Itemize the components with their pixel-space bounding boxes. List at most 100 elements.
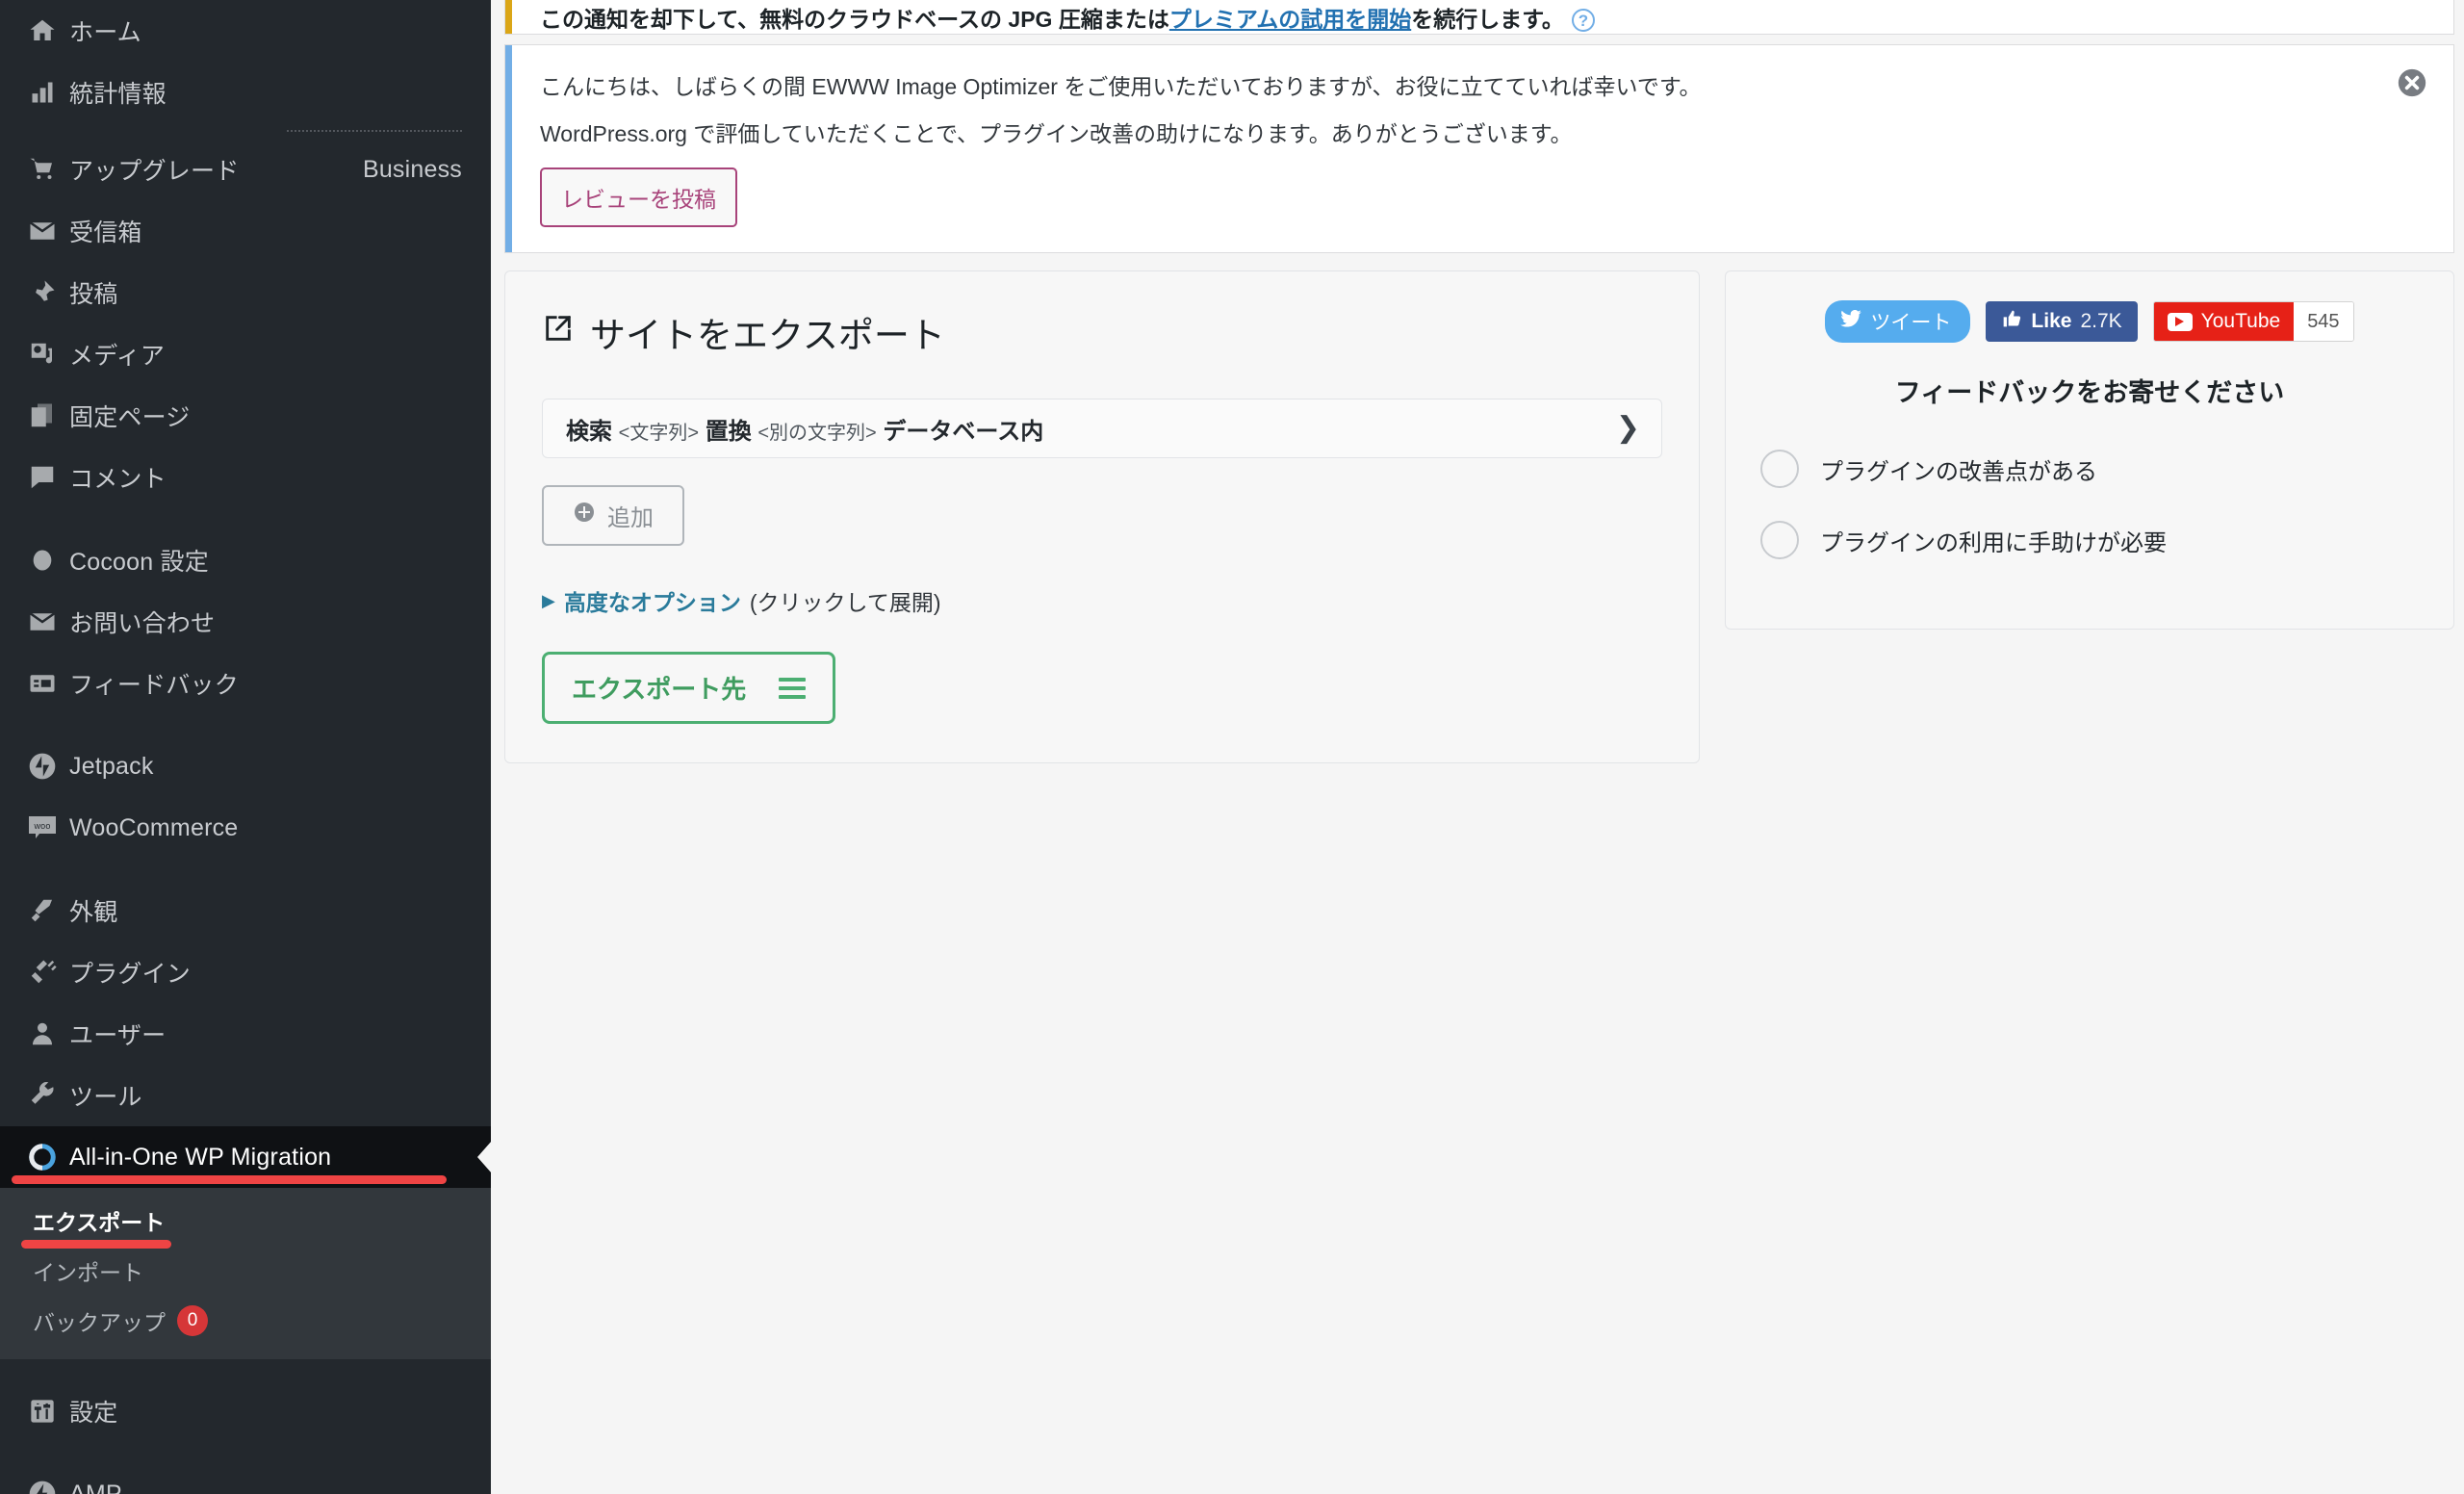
- help-icon[interactable]: ?: [1571, 9, 1595, 33]
- content-columns: サイトをエクスポート 検索 <文字列> 置換 <別の文字列> データベース内 ❯…: [491, 253, 2464, 763]
- envelope-icon: [15, 607, 69, 636]
- sidebar-item-media[interactable]: メディア: [0, 323, 491, 385]
- feedback-option-help[interactable]: プラグインの利用に手助けが必要: [1755, 513, 2425, 567]
- youtube-button-main[interactable]: YouTube: [2153, 302, 2295, 341]
- sidebar-item-label: 固定ページ: [69, 404, 191, 431]
- amp-icon: [15, 1479, 69, 1494]
- highlight-underline-menu: [12, 1175, 447, 1184]
- feedback-option-improvement[interactable]: プラグインの改善点がある: [1755, 442, 2425, 496]
- sidebar-item-label: ユーザー: [69, 1022, 167, 1049]
- sidebar-item-upgrade[interactable]: アップグレード Business: [0, 139, 491, 200]
- sidebar-item-all-in-one-wp-migration[interactable]: All-in-One WP Migration: [0, 1126, 491, 1188]
- search-input-placeholder[interactable]: <文字列>: [619, 423, 699, 444]
- sidebar-item-label: メディア: [69, 343, 166, 370]
- sidebar-item-label: Jetpack: [69, 752, 154, 780]
- sidebar-item-pages[interactable]: 固定ページ: [0, 385, 491, 447]
- sidebar-item-woocommerce[interactable]: woo WooCommerce: [0, 797, 491, 859]
- feedback-option-label: プラグインの改善点がある: [1820, 458, 2097, 485]
- woocommerce-icon: woo: [15, 814, 69, 841]
- admin-page: ホーム 統計情報 アップグレード Business 受信箱 投稿 メディア 固定…: [0, 0, 2464, 1494]
- radio-button[interactable]: [1760, 521, 1799, 559]
- main-content: この通知を却下して、無料のクラウドベースの JPG 圧縮またはプレミアムの試用を…: [491, 0, 2464, 1494]
- sidebar-item-amp[interactable]: AMP: [0, 1463, 491, 1494]
- user-icon: [15, 1019, 69, 1048]
- submenu-item-export[interactable]: エクスポート: [0, 1196, 491, 1249]
- advanced-options-link[interactable]: 高度なオプション: [564, 584, 741, 617]
- sidebar-item-label: ホーム: [69, 19, 141, 46]
- sidebar-item-label: 設定: [69, 1400, 118, 1427]
- ewww-review-notice: こんにちは、しばらくの間 EWWW Image Optimizer をご使用いた…: [504, 44, 2454, 253]
- facebook-like-button[interactable]: Like 2.7K: [1986, 301, 2138, 342]
- sidebar-item-settings[interactable]: 設定: [0, 1380, 491, 1442]
- submenu-item-label: エクスポート: [33, 1210, 166, 1235]
- export-column: サイトをエクスポート 検索 <文字列> 置換 <別の文字列> データベース内 ❯…: [504, 270, 1700, 763]
- sidebar-item-appearance[interactable]: 外観: [0, 880, 491, 941]
- hamburger-icon: [779, 677, 807, 699]
- export-card-title-text: サイトをエクスポート: [590, 316, 945, 355]
- sidebar-item-label: フィードバック: [69, 672, 239, 699]
- cocoon-icon: [15, 547, 69, 574]
- like-button-label: Like: [2031, 310, 2072, 332]
- replace-input-placeholder[interactable]: <別の文字列>: [757, 423, 876, 444]
- sidebar-item-users[interactable]: ユーザー: [0, 1003, 491, 1065]
- submenu-item-import[interactable]: インポート: [0, 1246, 491, 1296]
- sidebar-item-label: アップグレード: [69, 158, 240, 185]
- advanced-options-hint: (クリックして展開): [749, 590, 941, 615]
- scope-label: データベース内: [883, 418, 1044, 445]
- jpg-notice-text-after: を続行します。: [1411, 6, 1564, 32]
- submenu-item-label: バックアップ: [33, 1310, 166, 1335]
- bar-chart-icon: [15, 79, 69, 106]
- settings-icon: [15, 1398, 69, 1425]
- sidebar-item-feedback[interactable]: フィードバック: [0, 653, 491, 714]
- feedback-icon: [15, 669, 69, 698]
- close-circle-icon[interactable]: [2396, 66, 2428, 99]
- notices-region: この通知を却下して、無料のクラウドベースの JPG 圧縮またはプレミアムの試用を…: [491, 0, 2464, 253]
- youtube-subscribe-button[interactable]: YouTube 545: [2152, 301, 2354, 342]
- sidebar-item-tools[interactable]: ツール: [0, 1065, 491, 1126]
- sidebar-item-label: お問い合わせ: [69, 610, 216, 637]
- export-site-card: サイトをエクスポート 検索 <文字列> 置換 <別の文字列> データベース内 ❯…: [504, 270, 1700, 763]
- envelope-icon: [15, 217, 69, 245]
- sidebar-divider: [0, 123, 491, 139]
- advanced-options-toggle[interactable]: ▶ 高度なオプション (クリックして展開): [542, 584, 1662, 617]
- sidebar-item-label: 投稿: [69, 281, 118, 308]
- sidebar-item-comments[interactable]: コメント: [0, 447, 491, 508]
- premium-trial-link[interactable]: プレミアムの試用を開始: [1169, 7, 1411, 32]
- chevron-right-icon[interactable]: ❯: [1616, 414, 1640, 443]
- tweet-button[interactable]: ツイート: [1825, 300, 1971, 343]
- post-review-button[interactable]: レビューを投稿: [540, 167, 737, 227]
- export-share-icon: [542, 312, 575, 353]
- search-label: 検索: [566, 418, 612, 445]
- sidebar-item-label: AMP: [69, 1480, 122, 1494]
- sidebar-item-label: 統計情報: [69, 81, 167, 108]
- sidebar-item-stats[interactable]: 統計情報: [0, 62, 491, 123]
- aiowpm-icon: [15, 1143, 69, 1172]
- pin-icon: [15, 278, 69, 307]
- sidebar-item-cocoon-settings[interactable]: Cocoon 設定: [0, 529, 491, 591]
- brush-icon: [15, 896, 69, 925]
- search-replace-summary: 検索 <文字列> 置換 <別の文字列> データベース内: [566, 412, 1043, 446]
- search-replace-row[interactable]: 検索 <文字列> 置換 <別の文字列> データベース内 ❯: [542, 399, 1662, 458]
- radio-button[interactable]: [1760, 450, 1799, 488]
- export-card-title: サイトをエクスポート: [542, 306, 1662, 358]
- youtube-play-icon: [2167, 312, 2193, 331]
- sidebar-item-posts[interactable]: 投稿: [0, 262, 491, 323]
- sidebar-item-label: プラグイン: [69, 961, 192, 988]
- active-arrow-marker: [477, 1141, 491, 1173]
- sidebar-item-contact[interactable]: お問い合わせ: [0, 591, 491, 653]
- tweet-button-label: ツイート: [1870, 312, 1952, 334]
- svg-text:woo: woo: [33, 821, 50, 831]
- sidebar-item-jetpack[interactable]: Jetpack: [0, 735, 491, 797]
- sidebar-item-label: All-in-One WP Migration: [69, 1143, 332, 1171]
- submenu-item-backups[interactable]: バックアップ 0: [0, 1296, 491, 1346]
- add-rule-button[interactable]: 追加: [542, 485, 684, 546]
- sidebar-item-plugins[interactable]: プラグイン: [0, 941, 491, 1003]
- jpg-notice-text-before: この通知を却下して、無料のクラウドベースの JPG 圧縮または: [540, 6, 1169, 32]
- sidebar-item-inbox[interactable]: 受信箱: [0, 200, 491, 262]
- sidebar-item-home[interactable]: ホーム: [0, 0, 491, 62]
- like-count: 2.7K: [2080, 310, 2122, 332]
- export-to-button[interactable]: エクスポート先: [542, 652, 836, 724]
